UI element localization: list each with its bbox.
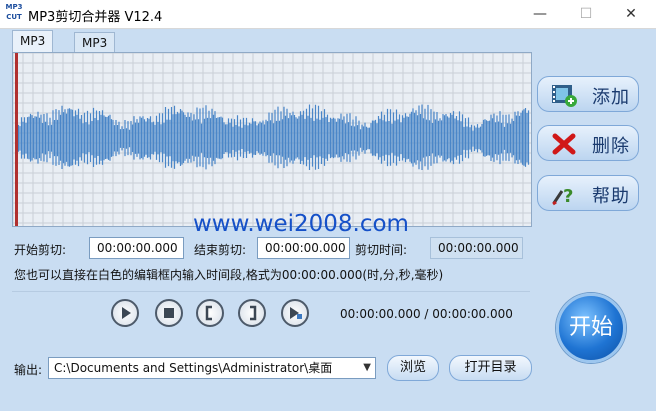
waveform-panel[interactable] [12, 52, 532, 227]
open-directory-button[interactable]: 打开目录 [449, 355, 532, 381]
set-start-button[interactable] [196, 299, 224, 327]
bracket-right-icon [250, 305, 257, 321]
chevron-down-icon[interactable]: ▼ [363, 358, 371, 378]
delete-button-label: 删除 [592, 136, 630, 157]
delete-button[interactable]: 删除 [537, 125, 639, 161]
close-button[interactable]: ✕ [620, 4, 642, 24]
format-hint: 您也可以直接在白色的编辑框内输入时间段,格式为00:00:00.000(时,分,… [14, 268, 444, 282]
play-button[interactable] [111, 299, 139, 327]
maximize-button[interactable]: ☐ [575, 4, 597, 24]
stop-button[interactable] [155, 299, 183, 327]
app-icon-text-bottom: CUT [6, 13, 22, 21]
playhead-marker[interactable] [15, 53, 18, 226]
play-selection-icon [290, 307, 302, 319]
help-button[interactable]: ? 帮助 [537, 175, 639, 211]
waveform-svg [13, 53, 531, 226]
help-button-label: 帮助 [592, 186, 630, 207]
bracket-left-icon [205, 305, 212, 321]
title-bar: MP3 CUT MP3剪切合并器 V12.4 — ☐ ✕ [0, 0, 656, 29]
end-cut-field[interactable]: 00:00:00.000 [257, 237, 350, 259]
time-readout: 00:00:00.000 / 00:00:00.000 [340, 307, 513, 321]
output-path-value: C:\Documents and Settings\Administrator\… [54, 361, 333, 375]
start-cut-field[interactable]: 00:00:00.000 [89, 237, 184, 259]
output-path-select[interactable]: C:\Documents and Settings\Administrator\… [48, 357, 376, 379]
set-end-button[interactable] [238, 299, 266, 327]
output-label: 输出: [14, 363, 43, 377]
tab-mp3-cut[interactable]: MP3剪切 [12, 30, 54, 68]
cut-duration-field: 00:00:00.000 [430, 237, 523, 259]
add-button-label: 添加 [592, 87, 630, 108]
help-icon: ? [552, 186, 573, 207]
start-button[interactable]: 开始 [556, 293, 626, 363]
cut-duration-label: 剪切时间: [355, 243, 408, 257]
add-button[interactable]: 添加 [537, 76, 639, 112]
stop-icon [164, 308, 174, 318]
film-add-icon [552, 85, 577, 107]
svg-text:?: ? [563, 186, 573, 207]
play-icon [122, 307, 131, 319]
app-icon-text-top: MP3 [5, 3, 23, 11]
end-cut-label: 结束剪切: [194, 243, 247, 257]
delete-x-icon [552, 133, 576, 155]
app-logo-icon: MP3 CUT [4, 4, 24, 24]
play-selection-button[interactable] [281, 299, 309, 327]
browse-button[interactable]: 浏览 [387, 355, 439, 381]
watermark-text: www.wei2008.com [193, 211, 409, 237]
window-title: MP3剪切合并器 V12.4 [28, 10, 163, 25]
tab-mp3-merge[interactable]: MP3合并 [74, 32, 116, 70]
minimize-button[interactable]: — [529, 4, 551, 24]
start-cut-label: 开始剪切: [14, 243, 67, 257]
